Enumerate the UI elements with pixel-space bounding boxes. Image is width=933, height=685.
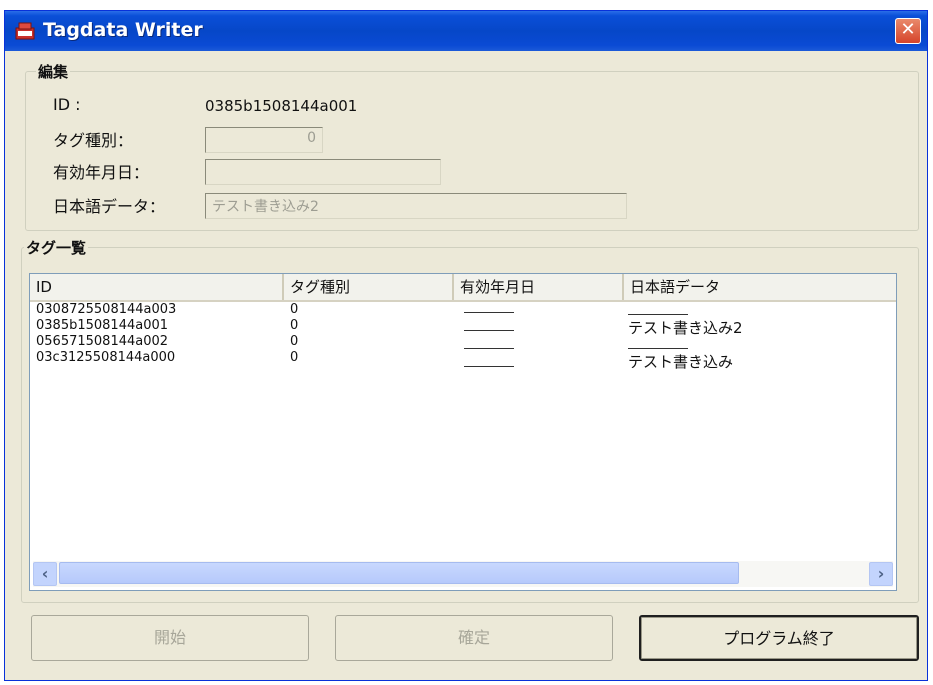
start-button[interactable]: 開始 — [31, 615, 309, 661]
row-expiry-blank — [464, 312, 514, 313]
tag-type-field[interactable]: 0 — [205, 127, 323, 153]
row-japanese-blank — [628, 314, 688, 315]
id-label: ID : — [53, 95, 81, 114]
scroll-thumb[interactable] — [59, 562, 739, 584]
japanese-data-field[interactable]: テスト書き込み2 — [205, 193, 627, 219]
scroll-right-button[interactable]: › — [869, 562, 893, 586]
horizontal-scrollbar[interactable]: ‹ › — [33, 561, 893, 587]
expiry-field[interactable] — [205, 159, 441, 185]
row-tag-type: 0 — [290, 318, 299, 333]
row-japanese-blank — [628, 348, 688, 349]
row-tag-type: 0 — [290, 334, 299, 349]
column-header-expiry[interactable]: 有効年月日 — [454, 274, 624, 300]
column-header-tag-type[interactable]: タグ種別 — [284, 274, 454, 300]
tag-type-label: タグ種別： — [53, 131, 134, 150]
tag-type-value: 0 — [307, 130, 316, 146]
table-row[interactable]: 0385b1508144a001 0 テスト書き込み2 — [30, 318, 896, 336]
app-window-icon — [15, 22, 35, 40]
scroll-left-button[interactable]: ‹ — [33, 562, 57, 586]
tag-list-view[interactable]: ID タグ種別 有効年月日 日本語データ 0308725508144a003 0… — [29, 273, 897, 591]
row-tag-type: 0 — [290, 302, 299, 317]
japanese-data-value: テスト書き込み2 — [212, 199, 319, 215]
close-icon: ✕ — [900, 19, 916, 40]
id-value: 0385b1508144a001 — [205, 97, 358, 115]
table-row[interactable]: 056571508144a002 0 — [30, 334, 896, 350]
chevron-right-icon: › — [877, 564, 885, 583]
japanese-data-label: 日本語データ： — [53, 197, 166, 216]
column-header-japanese-data[interactable]: 日本語データ — [624, 274, 896, 300]
table-row[interactable]: 0308725508144a003 0 — [30, 302, 896, 318]
window-title: Tagdata Writer — [43, 19, 203, 41]
row-id: 0308725508144a003 — [36, 302, 177, 317]
close-button[interactable]: ✕ — [895, 18, 921, 44]
row-id: 0385b1508144a001 — [36, 318, 169, 333]
chevron-left-icon: ‹ — [41, 564, 49, 583]
row-expiry-blank — [464, 330, 514, 331]
title-bar[interactable]: Tagdata Writer ✕ — [5, 11, 927, 51]
row-id: 03c3125508144a000 — [36, 350, 176, 365]
table-row[interactable]: 03c3125508144a000 0 テスト書き込み — [30, 350, 896, 370]
row-expiry-blank — [464, 366, 514, 367]
row-japanese-data: テスト書き込み — [628, 353, 734, 371]
edit-group-legend: 編集 — [36, 61, 71, 82]
confirm-button[interactable]: 確定 — [335, 615, 613, 661]
exit-program-button[interactable]: プログラム終了 — [639, 615, 919, 661]
list-header: ID タグ種別 有効年月日 日本語データ — [30, 274, 896, 302]
row-id: 056571508144a002 — [36, 334, 169, 349]
row-expiry-blank — [464, 348, 514, 349]
column-header-id[interactable]: ID — [30, 274, 284, 300]
app-window: Tagdata Writer ✕ 編集 ID : 0385b1508144a00… — [4, 10, 928, 681]
tag-list-legend: タグ一覧 — [24, 237, 89, 258]
expiry-label: 有効年月日： — [53, 163, 150, 182]
row-tag-type: 0 — [290, 350, 299, 365]
